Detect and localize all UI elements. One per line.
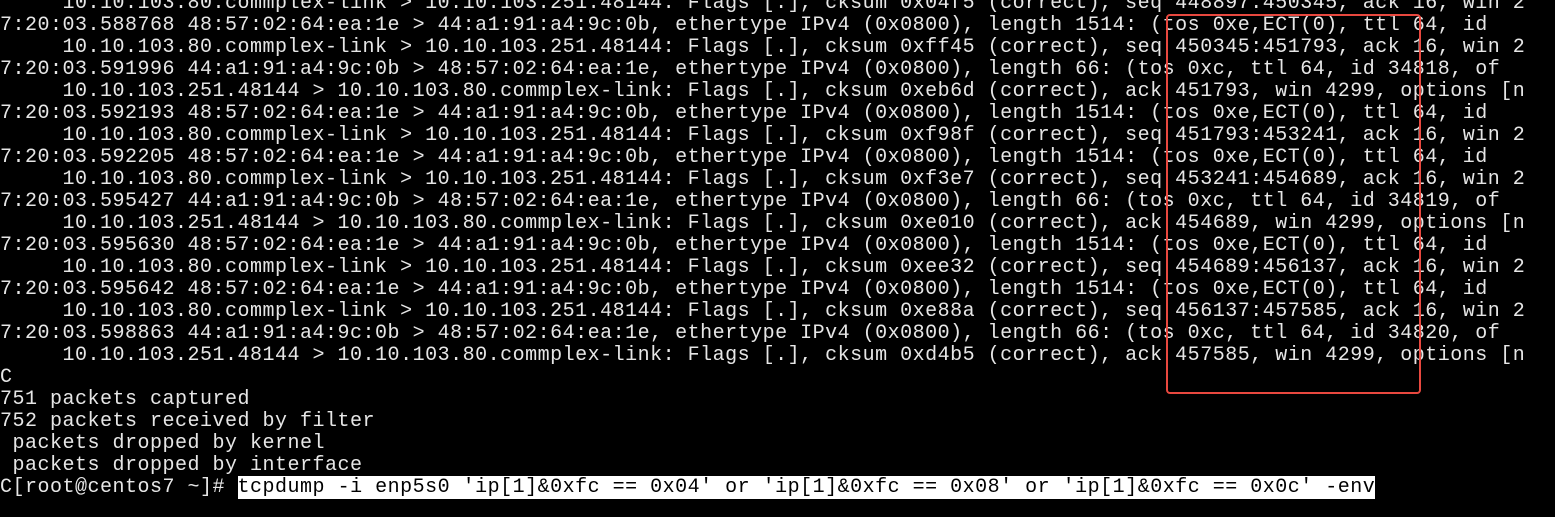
terminal-output: 10.10.103.80.commplex-link > 10.10.103.2… <box>0 0 1555 499</box>
terminal-line: C <box>0 366 13 389</box>
command-prompt-line[interactable]: C[root@centos7 ~]# tcpdump -i enp5s0 'ip… <box>0 476 1555 499</box>
terminal-line: 10.10.103.251.48144 > 10.10.103.80.commp… <box>0 80 1526 103</box>
terminal-line: 10.10.103.251.48144 > 10.10.103.80.commp… <box>0 212 1526 235</box>
terminal-line: 10.10.103.80.commplex-link > 10.10.103.2… <box>0 124 1526 147</box>
terminal-line: 7:20:03.595427 44:a1:91:a4:9c:0b > 48:57… <box>0 190 1501 213</box>
terminal-line: 7:20:03.592205 48:57:02:64:ea:1e > 44:a1… <box>0 146 1488 169</box>
capture-summary-received: 752 packets received by filter <box>0 410 376 433</box>
terminal-window[interactable]: 10.10.103.80.commplex-link > 10.10.103.2… <box>0 0 1555 517</box>
terminal-line: 7:20:03.595642 48:57:02:64:ea:1e > 44:a1… <box>0 278 1488 301</box>
terminal-line: 10.10.103.251.48144 > 10.10.103.80.commp… <box>0 344 1526 367</box>
terminal-line: 7:20:03.598863 44:a1:91:a4:9c:0b > 48:57… <box>0 322 1501 345</box>
command-input[interactable]: tcpdump -i enp5s0 'ip[1]&0xfc == 0x04' o… <box>237 476 1376 499</box>
terminal-line: 7:20:03.591996 44:a1:91:a4:9c:0b > 48:57… <box>0 58 1501 81</box>
terminal-line: 7:20:03.588768 48:57:02:64:ea:1e > 44:a1… <box>0 14 1488 37</box>
terminal-line: 10.10.103.80.commplex-link > 10.10.103.2… <box>0 36 1526 59</box>
terminal-line: 7:20:03.592193 48:57:02:64:ea:1e > 44:a1… <box>0 102 1488 125</box>
terminal-line: 10.10.103.80.commplex-link > 10.10.103.2… <box>0 168 1526 191</box>
terminal-line: 10.10.103.80.commplex-link > 10.10.103.2… <box>0 0 1526 15</box>
capture-summary-dropped-interface: packets dropped by interface <box>0 454 363 477</box>
terminal-line: 10.10.103.80.commplex-link > 10.10.103.2… <box>0 300 1526 323</box>
terminal-line: 10.10.103.80.commplex-link > 10.10.103.2… <box>0 256 1526 279</box>
terminal-line: 7:20:03.595630 48:57:02:64:ea:1e > 44:a1… <box>0 234 1488 257</box>
capture-summary-dropped-kernel: packets dropped by kernel <box>0 432 326 455</box>
shell-prompt: C[root@centos7 ~]# <box>0 476 238 499</box>
capture-summary-captured: 751 packets captured <box>0 388 251 411</box>
